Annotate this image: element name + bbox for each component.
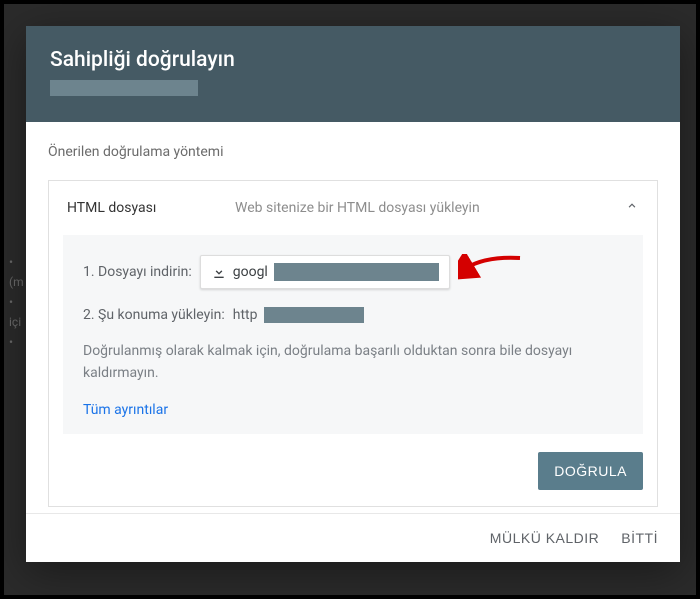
step-2-label: 2. Şu konuma yükleyin: [83, 307, 225, 323]
step-2-url-prefix: http [233, 307, 258, 323]
method-name: HTML dosyası [67, 200, 225, 216]
done-button[interactable]: BİTTİ [621, 530, 658, 546]
download-icon [211, 264, 227, 280]
verify-ownership-dialog: Sahipliği doğrulayın Önerilen doğrulama … [26, 26, 680, 562]
step-1: 1. Dosyayı indirin: googl [83, 255, 623, 289]
app-backdrop: •(m•içi• Sahipliği doğrulayın Önerilen d… [4, 4, 696, 595]
background-text: •(m•içi• [9, 252, 24, 352]
recommended-method-label: Önerilen doğrulama yöntemi [48, 144, 658, 160]
redacted-filename [274, 263, 439, 281]
dialog-body[interactable]: Önerilen doğrulama yöntemi HTML dosyası … [26, 122, 680, 513]
full-details-link[interactable]: Tüm ayrıntılar [83, 402, 623, 418]
remove-property-button[interactable]: MÜLKÜ KALDIR [490, 530, 599, 546]
redacted-upload-url [264, 307, 364, 323]
step-2: 2. Şu konuma yükleyin: http [83, 307, 623, 323]
dialog-title: Sahipliği doğrulayın [50, 48, 656, 72]
method-header[interactable]: HTML dosyası Web sitenize bir HTML dosya… [49, 181, 657, 235]
method-card-html-file: HTML dosyası Web sitenize bir HTML dosya… [48, 180, 658, 507]
dialog-header: Sahipliği doğrulayın [26, 26, 680, 122]
method-description: Web sitenize bir HTML dosyası yükleyin [235, 200, 615, 216]
step-1-label: 1. Dosyayı indirin: [83, 264, 192, 280]
verify-row: DOĞRULA [49, 448, 657, 506]
keep-file-note: Doğrulanmış olarak kalmak için, doğrulam… [83, 341, 623, 384]
method-body: 1. Dosyayı indirin: googl [63, 235, 643, 434]
redacted-property-url [50, 80, 198, 96]
verify-button[interactable]: DOĞRULA [538, 452, 643, 490]
download-file-button[interactable]: googl [200, 255, 450, 289]
download-file-prefix: googl [233, 264, 268, 280]
dialog-footer: MÜLKÜ KALDIR BİTTİ [26, 513, 680, 562]
chevron-up-icon [625, 199, 639, 217]
